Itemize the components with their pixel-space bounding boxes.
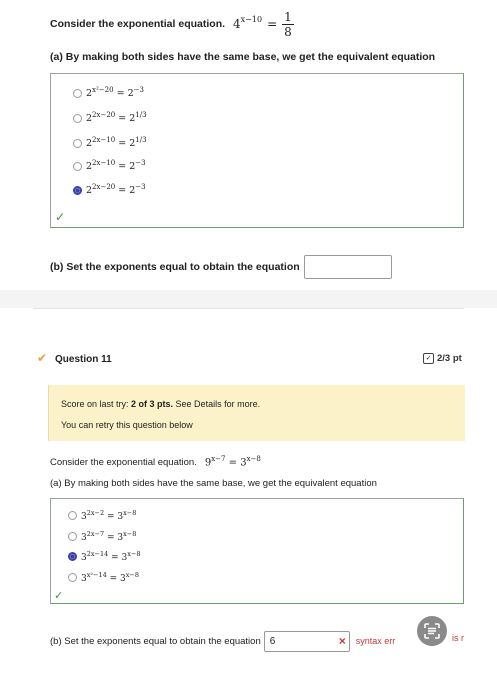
q11-part-b-row: (b) Set the exponents equal to obtain th… bbox=[50, 630, 395, 652]
q11-choice-1-text: 32x−2 = 3x−8 bbox=[81, 508, 137, 522]
q11-choice-4-radio[interactable] bbox=[68, 572, 77, 582]
q11-part-a-label: (a) By making both sides have the same b… bbox=[50, 478, 377, 489]
q11-choice-2-text: 32x−7 = 3x−8 bbox=[81, 529, 137, 543]
q11-prompt: Consider the exponential equation. bbox=[50, 456, 197, 468]
q1-choices-box: 2x²−20 = 2−3 22x−20 = 21/3 22x−10 = 21/3… bbox=[50, 73, 464, 228]
q1-eq-numerator: 1 bbox=[282, 9, 294, 25]
q1-eq-denominator: 8 bbox=[284, 24, 292, 39]
q1-choice-1[interactable]: 2x²−20 = 2−3 bbox=[73, 86, 144, 100]
q1-prompt: Consider the exponential equation. bbox=[50, 18, 226, 30]
q1-choice-1-text: 2x²−20 = 2−3 bbox=[86, 86, 144, 100]
q1-eq-base: 4 bbox=[233, 17, 241, 31]
q11-score-badge: ✓ 2/3 pt bbox=[423, 353, 462, 364]
q1-choice-4-text: 22x−10 = 2−3 bbox=[86, 159, 146, 173]
q1-eq-fraction: 1 8 bbox=[282, 11, 294, 38]
q11-choice-2[interactable]: 32x−7 = 3x−8 bbox=[68, 529, 136, 543]
q1-equation: 4 x−10 = 1 8 bbox=[233, 11, 294, 38]
text-recognition-glyph bbox=[424, 623, 440, 639]
q1-eq-sign: = bbox=[267, 17, 278, 31]
q1-choice-4[interactable]: 22x−10 = 2−3 bbox=[73, 159, 146, 173]
q11-score-line: Score on last try: 2 of 3 pts. See Detai… bbox=[61, 399, 261, 409]
q11-equation: 9x−7 = 3x−8 bbox=[204, 455, 261, 469]
q11-error-text: syntax err bbox=[355, 636, 396, 646]
q1-choice-1-radio[interactable] bbox=[73, 88, 82, 98]
q1-prompt-row: Consider the exponential equation. 4 x−1… bbox=[50, 10, 470, 38]
q11-choice-4[interactable]: 3x²−14 = 3x−8 bbox=[68, 570, 139, 584]
error-x-icon: × bbox=[338, 633, 346, 648]
q11-error-tail: is r bbox=[452, 633, 464, 643]
q11-header: ✔ Question 11 ✓ 2/3 pt bbox=[33, 350, 497, 372]
q11-retry-line: You can retry this question below bbox=[61, 420, 193, 430]
q1-choice-3[interactable]: 22x−10 = 21/3 bbox=[73, 136, 147, 150]
q1-choice-5[interactable]: 22x−20 = 2−3 bbox=[73, 183, 146, 197]
q1-choice-5-radio-selected[interactable] bbox=[73, 185, 82, 195]
q1-choice-2[interactable]: 22x−20 = 21/3 bbox=[73, 111, 147, 125]
q1-eq-exp: x−10 bbox=[240, 14, 263, 24]
q11-choice-3-text: 32x−14 = 3x−8 bbox=[81, 549, 141, 563]
q11-title: Question 11 bbox=[55, 354, 112, 365]
q11-score-text: 2/3 pt bbox=[437, 353, 462, 364]
q1-choice-5-text: 22x−20 = 2−3 bbox=[86, 183, 146, 197]
separator-line bbox=[33, 308, 464, 309]
text-recognition-icon[interactable] bbox=[417, 616, 447, 646]
q1-choice-3-radio[interactable] bbox=[73, 138, 82, 148]
q1-choice-2-radio[interactable] bbox=[73, 113, 82, 123]
q11-prompt-row: Consider the exponential equation. 9x−7 … bbox=[50, 452, 261, 472]
q11-choice-1-radio[interactable] bbox=[68, 510, 77, 520]
q11-choice-3-radio-selected[interactable] bbox=[68, 551, 77, 561]
q11-part-b-label: (b) Set the exponents equal to obtain th… bbox=[50, 635, 261, 647]
q11-choices-box: 32x−2 = 3x−8 32x−7 = 3x−8 32x−14 = 3x−8 … bbox=[50, 498, 464, 604]
q1-part-b-label: (b) Set the exponents equal to obtain th… bbox=[50, 261, 300, 273]
q11-choice-2-radio[interactable] bbox=[68, 531, 77, 541]
q11-part-b-value: 6 bbox=[269, 635, 276, 647]
q11-choice-4-text: 3x²−14 = 3x−8 bbox=[81, 570, 139, 584]
q1-part-b-row: (b) Set the exponents equal to obtain th… bbox=[50, 254, 392, 280]
question-separator bbox=[0, 290, 497, 308]
q11-correct-check-icon: ✓ bbox=[54, 590, 64, 602]
q11-status-check-icon: ✔ bbox=[37, 351, 48, 365]
q11-part-b-input[interactable]: 6 × bbox=[263, 630, 350, 652]
q11-choice-1[interactable]: 32x−2 = 3x−8 bbox=[68, 508, 136, 522]
q1-choice-3-text: 22x−10 = 21/3 bbox=[86, 136, 147, 150]
q1-correct-check-icon: ✓ bbox=[55, 210, 66, 224]
edit-square-icon: ✓ bbox=[423, 353, 434, 364]
q1-part-a-label: (a) By making both sides have the same b… bbox=[50, 51, 436, 63]
q1-choice-2-text: 22x−20 = 21/3 bbox=[86, 111, 147, 125]
q1-part-b-input[interactable] bbox=[303, 255, 392, 279]
q11-choice-3[interactable]: 32x−14 = 3x−8 bbox=[68, 549, 141, 563]
q11-retry-notice: Score on last try: 2 of 3 pts. See Detai… bbox=[48, 385, 465, 441]
q1-choice-4-radio[interactable] bbox=[73, 161, 82, 171]
